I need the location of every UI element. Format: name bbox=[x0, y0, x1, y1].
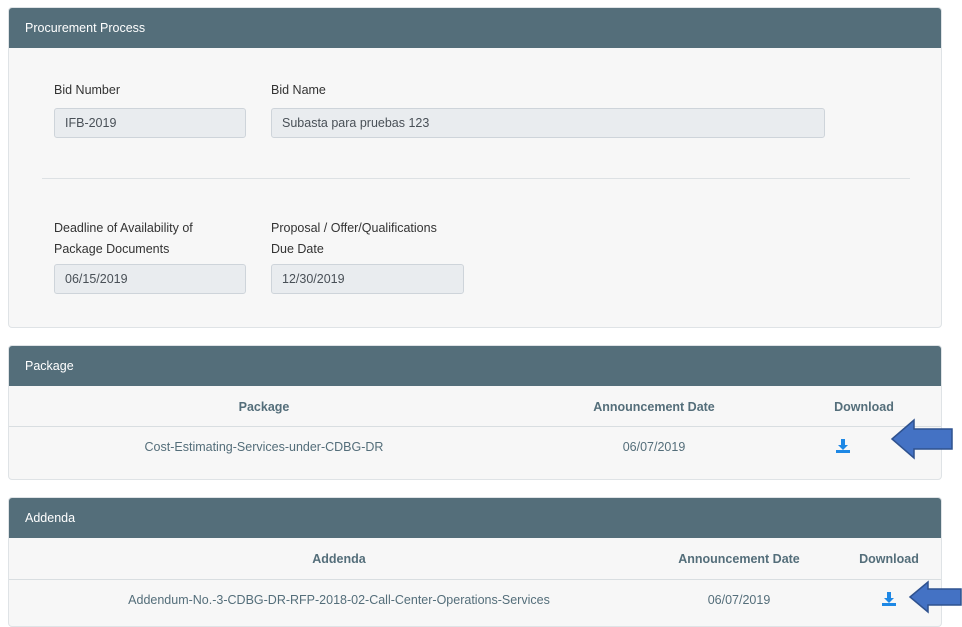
package-row-name[interactable]: Cost-Estimating-Services-under-CDBG-DR bbox=[9, 440, 519, 454]
deadline-label-line1: Deadline of Availability of bbox=[54, 221, 193, 235]
package-download-col-header: Download bbox=[834, 400, 894, 414]
arrow-left-icon bbox=[890, 418, 953, 460]
package-header: Package bbox=[9, 346, 941, 386]
package-col-header: Package bbox=[238, 400, 290, 414]
due-date-field[interactable]: 12/30/2019 bbox=[271, 264, 464, 294]
deadline-label: Deadline of Availability of Package Docu… bbox=[54, 219, 193, 258]
addenda-panel: Addenda Addenda Announcement Date Downlo… bbox=[8, 497, 942, 627]
section-divider bbox=[42, 178, 910, 179]
bid-number-label: Bid Number bbox=[54, 83, 120, 97]
due-date-label-line1: Proposal / Offer/Qualifications bbox=[271, 221, 437, 235]
addenda-row-date: 06/07/2019 bbox=[707, 593, 771, 607]
procurement-process-header: Procurement Process bbox=[9, 8, 941, 48]
arrow-left-icon bbox=[908, 580, 962, 614]
package-date-col-header: Announcement Date bbox=[593, 400, 715, 414]
deadline-label-line2: Package Documents bbox=[54, 242, 170, 256]
addenda-col-header: Addenda bbox=[312, 552, 366, 566]
download-icon[interactable] bbox=[882, 592, 896, 606]
addenda-date-col-header: Announcement Date bbox=[678, 552, 800, 566]
bid-number-field[interactable]: IFB-2019 bbox=[54, 108, 246, 138]
deadline-field[interactable]: 06/15/2019 bbox=[54, 264, 246, 294]
bid-name-field[interactable]: Subasta para pruebas 123 bbox=[271, 108, 825, 138]
addenda-row-name[interactable]: Addendum-No.-3-CDBG-DR-RFP-2018-02-Call-… bbox=[9, 593, 669, 607]
download-icon[interactable] bbox=[836, 439, 850, 453]
package-header-divider bbox=[9, 426, 941, 427]
package-row-date: 06/07/2019 bbox=[622, 440, 686, 454]
addenda-download-col-header: Download bbox=[859, 552, 919, 566]
procurement-process-panel: Procurement Process Bid Number IFB-2019 … bbox=[8, 7, 942, 328]
bid-name-label: Bid Name bbox=[271, 83, 326, 97]
addenda-header: Addenda bbox=[9, 498, 941, 538]
due-date-label: Proposal / Offer/Qualifications Due Date bbox=[271, 219, 437, 258]
addenda-header-divider bbox=[9, 579, 941, 580]
package-panel: Package Package Announcement Date Downlo… bbox=[8, 345, 942, 480]
due-date-label-line2: Due Date bbox=[271, 242, 324, 256]
